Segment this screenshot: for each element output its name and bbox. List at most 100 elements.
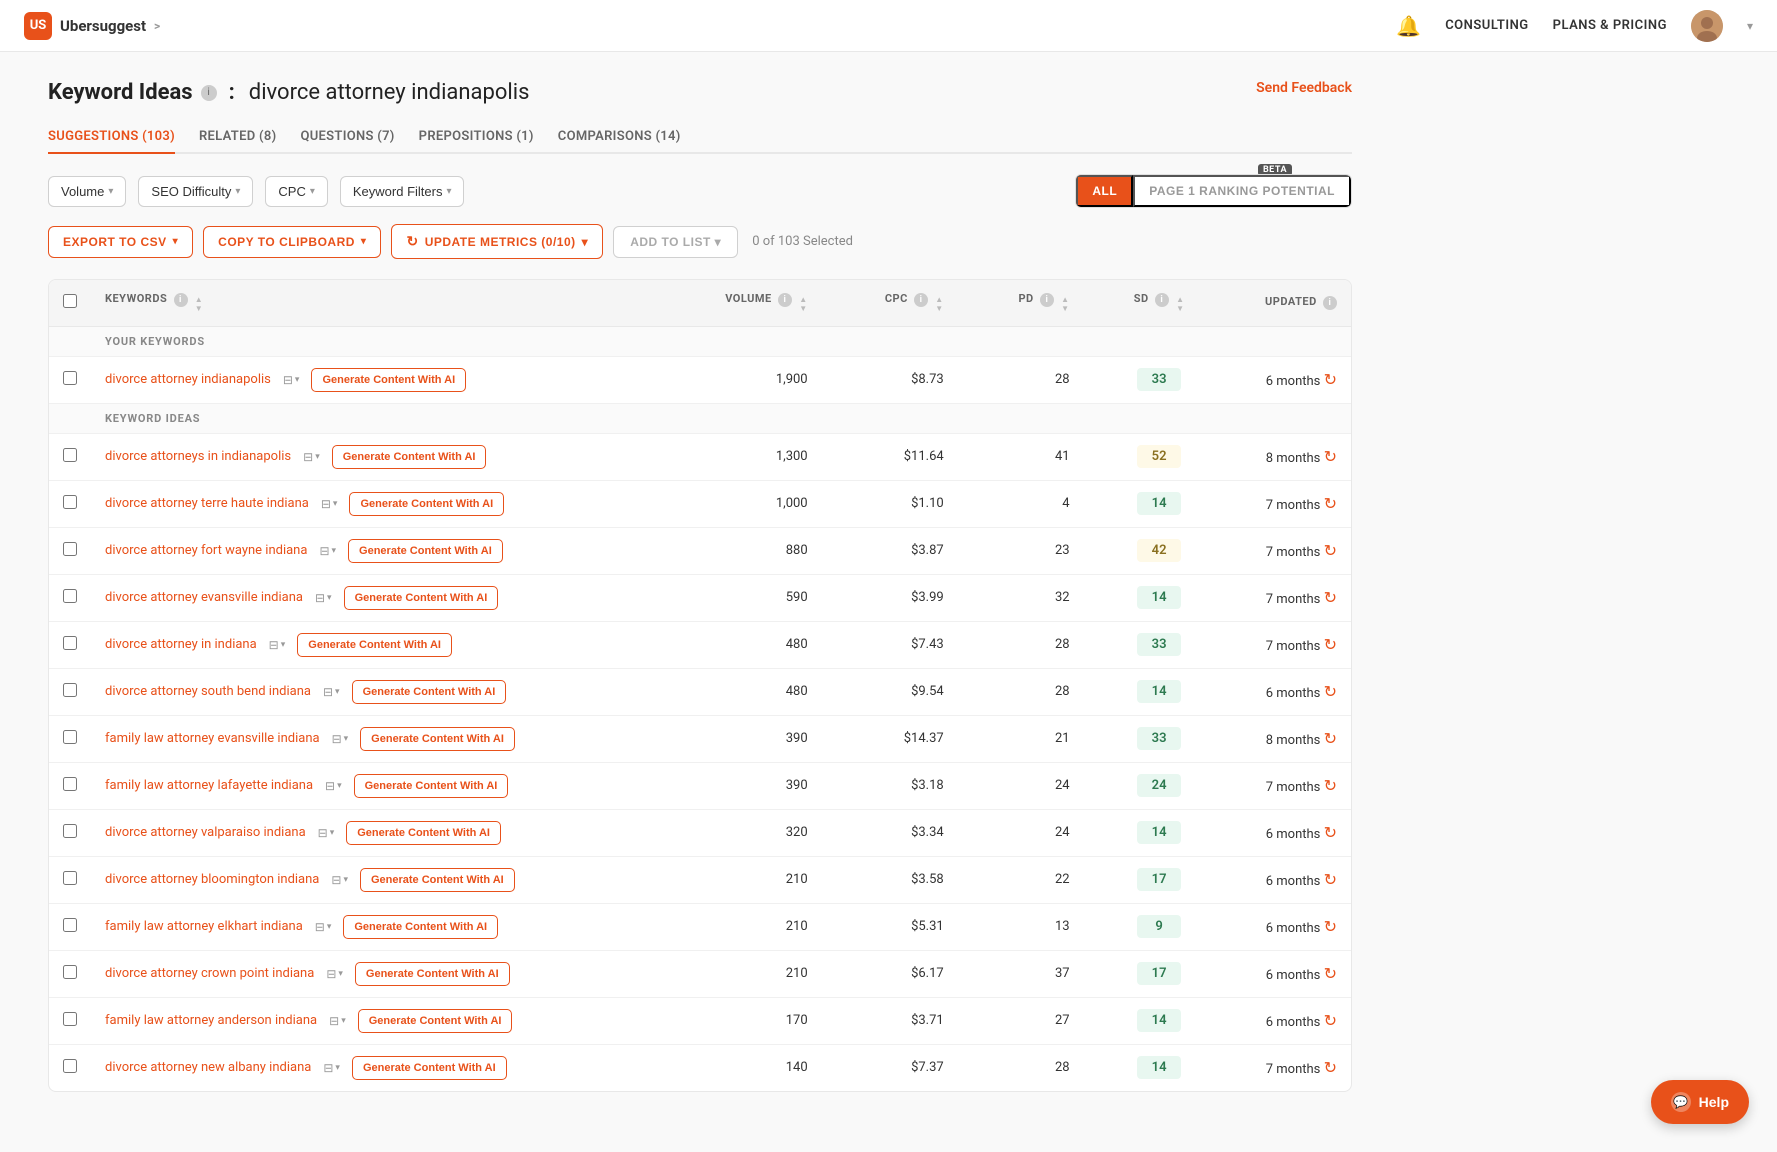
select-all-checkbox[interactable] [63, 294, 77, 308]
keyword-action-icon-btn[interactable]: ⊟ ▾ [322, 965, 347, 983]
generate-content-button[interactable]: Generate Content With AI [360, 727, 515, 751]
generate-content-button[interactable]: Generate Content With AI [354, 774, 509, 798]
generate-content-button[interactable]: Generate Content With AI [332, 445, 487, 469]
keyword-action-icon-btn[interactable]: ⊟ ▾ [279, 371, 304, 389]
copy-clipboard-button[interactable]: COPY TO CLIPBOARD ▾ [203, 226, 381, 258]
generate-content-button[interactable]: Generate Content With AI [349, 492, 504, 516]
row-checkbox[interactable] [63, 871, 77, 885]
row-checkbox[interactable] [63, 636, 77, 650]
generate-content-button[interactable]: Generate Content With AI [346, 821, 501, 845]
generate-content-button[interactable]: Generate Content With AI [360, 868, 515, 892]
add-to-list-button[interactable]: ADD TO LIST ▾ [613, 226, 738, 258]
row-checkbox[interactable] [63, 371, 77, 385]
refresh-icon[interactable]: ↻ [1324, 917, 1337, 936]
keyword-link[interactable]: divorce attorney terre haute indiana [105, 496, 309, 511]
generate-content-button[interactable]: Generate Content With AI [348, 539, 503, 563]
row-checkbox[interactable] [63, 965, 77, 979]
update-metrics-button[interactable]: ↻ UPDATE METRICS (0/10) ▾ [391, 224, 603, 259]
keyword-link[interactable]: divorce attorney crown point indiana [105, 966, 314, 981]
tab-related[interactable]: RELATED (8) [199, 121, 276, 154]
title-info-icon[interactable]: i [201, 85, 217, 101]
refresh-icon[interactable]: ↻ [1324, 1011, 1337, 1030]
logo[interactable]: US Ubersuggest > [24, 12, 160, 40]
keyword-link[interactable]: divorce attorney new albany indiana [105, 1060, 311, 1075]
keyword-action-icon-btn[interactable]: ⊟ ▾ [315, 542, 340, 560]
generate-content-button[interactable]: Generate Content With AI [344, 586, 499, 610]
refresh-icon[interactable]: ↻ [1324, 494, 1337, 513]
th-pd[interactable]: PD i ▲▼ [974, 280, 1100, 326]
keyword-link[interactable]: family law attorney evansville indiana [105, 731, 320, 746]
generate-content-button[interactable]: Generate Content With AI [343, 915, 498, 939]
row-checkbox[interactable] [63, 683, 77, 697]
refresh-icon[interactable]: ↻ [1324, 370, 1337, 389]
refresh-icon[interactable]: ↻ [1324, 682, 1337, 701]
tab-questions[interactable]: QUESTIONS (7) [300, 121, 394, 154]
refresh-icon[interactable]: ↻ [1324, 635, 1337, 654]
row-checkbox[interactable] [63, 1012, 77, 1026]
keyword-action-icon-btn[interactable]: ⊟ ▾ [327, 871, 352, 889]
th-keywords[interactable]: KEYWORDS i ▲▼ [91, 280, 670, 326]
row-checkbox[interactable] [63, 777, 77, 791]
keyword-action-icon-btn[interactable]: ⊟ ▾ [325, 1012, 350, 1030]
seo-difficulty-filter[interactable]: SEO Difficulty ▾ [138, 176, 253, 207]
row-checkbox[interactable] [63, 589, 77, 603]
th-cpc[interactable]: CPC i ▲▼ [838, 280, 974, 326]
help-button[interactable]: 💬 Help [1651, 1080, 1749, 1124]
keyword-link[interactable]: divorce attorney bloomington indiana [105, 872, 319, 887]
plans-pricing-link[interactable]: PLANS & PRICING [1553, 18, 1667, 33]
keyword-action-icon-btn[interactable]: ⊟ ▾ [299, 448, 324, 466]
keyword-action-icon-btn[interactable]: ⊟ ▾ [314, 824, 339, 842]
refresh-icon[interactable]: ↻ [1324, 776, 1337, 795]
send-feedback-link[interactable]: Send Feedback [1256, 80, 1352, 96]
row-checkbox[interactable] [63, 824, 77, 838]
refresh-icon[interactable]: ↻ [1324, 447, 1337, 466]
sd-sort-icon[interactable]: ▲▼ [1176, 296, 1184, 314]
keyword-link[interactable]: divorce attorney indianapolis [105, 372, 271, 387]
tab-prepositions[interactable]: PREPOSITIONS (1) [419, 121, 534, 154]
keyword-link[interactable]: divorce attorney fort wayne indiana [105, 543, 307, 558]
volume-sort-icon[interactable]: ▲▼ [799, 296, 807, 314]
keyword-link[interactable]: divorce attorney valparaiso indiana [105, 825, 306, 840]
consulting-link[interactable]: CONSULTING [1445, 18, 1528, 33]
keyword-action-icon-btn[interactable]: ⊟ ▾ [311, 918, 336, 936]
generate-content-button[interactable]: Generate Content With AI [352, 1056, 507, 1080]
keyword-action-icon-btn[interactable]: ⊟ ▾ [319, 683, 344, 701]
tab-suggestions[interactable]: SUGGESTIONS (103) [48, 121, 175, 154]
generate-content-button[interactable]: Generate Content With AI [311, 368, 466, 392]
generate-content-button[interactable]: Generate Content With AI [355, 962, 510, 986]
row-checkbox[interactable] [63, 448, 77, 462]
generate-content-button[interactable]: Generate Content With AI [358, 1009, 513, 1033]
avatar[interactable] [1691, 10, 1723, 42]
refresh-icon[interactable]: ↻ [1324, 823, 1337, 842]
generate-content-button[interactable]: Generate Content With AI [297, 633, 452, 657]
cpc-filter[interactable]: CPC ▾ [265, 176, 327, 207]
tab-page1-ranking[interactable]: PAGE 1 RANKING POTENTIAL [1133, 175, 1351, 207]
pd-sort-icon[interactable]: ▲▼ [1061, 296, 1069, 314]
th-volume[interactable]: VOLUME i ▲▼ [670, 280, 837, 326]
refresh-icon[interactable]: ↻ [1324, 1058, 1337, 1077]
keyword-action-icon-btn[interactable]: ⊟ ▾ [321, 777, 346, 795]
row-checkbox[interactable] [63, 542, 77, 556]
row-checkbox[interactable] [63, 918, 77, 932]
export-csv-button[interactable]: EXPORT TO CSV ▾ [48, 226, 193, 258]
row-checkbox[interactable] [63, 495, 77, 509]
keyword-filters-btn[interactable]: Keyword Filters ▾ [340, 176, 465, 207]
keyword-link[interactable]: divorce attorney in indiana [105, 637, 257, 652]
refresh-icon[interactable]: ↻ [1324, 729, 1337, 748]
keyword-action-icon-btn[interactable]: ⊟ ▾ [319, 1059, 344, 1077]
volume-filter[interactable]: Volume ▾ [48, 176, 126, 207]
keywords-sort-icon[interactable]: ▲▼ [195, 296, 203, 314]
keyword-link[interactable]: family law attorney elkhart indiana [105, 919, 303, 934]
bell-icon[interactable]: 🔔 [1396, 14, 1421, 38]
refresh-icon[interactable]: ↻ [1324, 964, 1337, 983]
th-sd[interactable]: SD i ▲▼ [1100, 280, 1219, 326]
keyword-link[interactable]: family law attorney anderson indiana [105, 1013, 317, 1028]
refresh-icon[interactable]: ↻ [1324, 588, 1337, 607]
keyword-link[interactable]: family law attorney lafayette indiana [105, 778, 313, 793]
keyword-link[interactable]: divorce attorney south bend indiana [105, 684, 311, 699]
cpc-sort-icon[interactable]: ▲▼ [935, 296, 943, 314]
tab-all[interactable]: ALL [1076, 175, 1133, 207]
keyword-action-icon-btn[interactable]: ⊟ ▾ [328, 730, 353, 748]
tab-comparisons[interactable]: COMPARISONS (14) [558, 121, 681, 154]
row-checkbox[interactable] [63, 1059, 77, 1073]
